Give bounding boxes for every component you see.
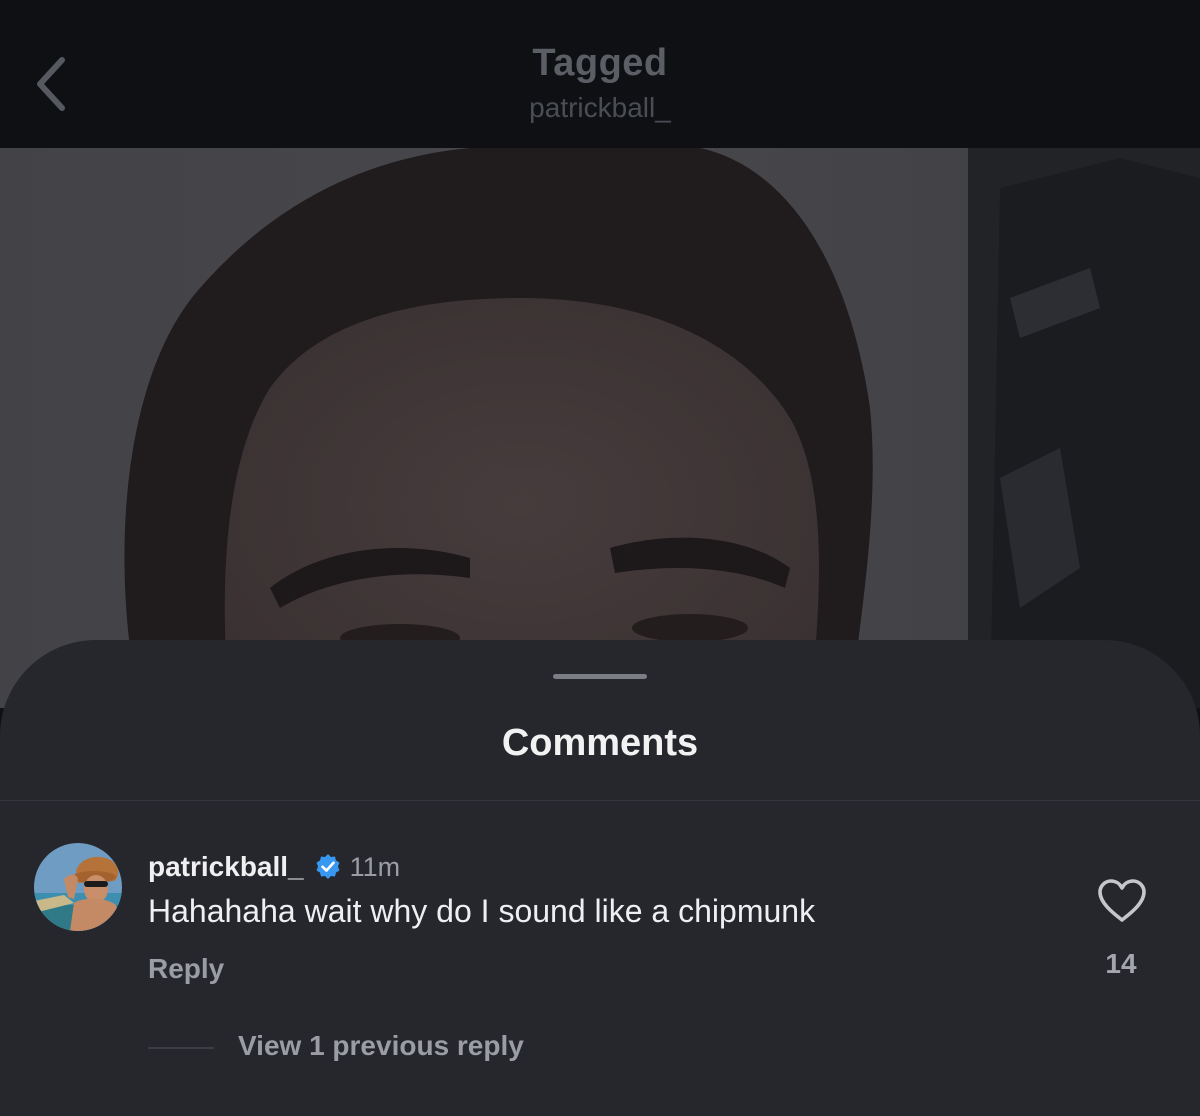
replies-connector-line	[148, 1047, 214, 1049]
heart-outline-icon	[1098, 879, 1146, 922]
avatar-image	[34, 843, 122, 931]
comments-sheet: Comments patrickball_ 11m Hahahaha wait …	[0, 640, 1200, 1116]
app-screen: Tagged patrickball_ Comments patrickball…	[0, 0, 1200, 1116]
view-previous-replies-button[interactable]: View 1 previous reply	[238, 1030, 524, 1062]
video-player[interactable]	[0, 148, 1200, 708]
comment-text: Hahahaha wait why do I sound like a chip…	[148, 893, 816, 929]
reply-button[interactable]: Reply	[148, 953, 224, 985]
comment-timestamp: 11m	[349, 851, 401, 882]
page-subtitle-username[interactable]: patrickball_	[0, 92, 1200, 124]
comment-item: patrickball_ 11m Hahahaha wait why do I …	[0, 801, 1200, 1116]
like-count: 14	[1105, 948, 1137, 979]
top-navigation-bar: Tagged patrickball_	[0, 0, 1200, 148]
comments-title: Comments	[501, 722, 699, 764]
comment-header: patrickball_ 11m	[148, 847, 400, 887]
video-frame	[0, 148, 1200, 708]
page-title: Tagged	[532, 42, 668, 84]
comment-username[interactable]: patrickball_	[148, 851, 304, 883]
sheet-drag-handle[interactable]	[553, 674, 647, 679]
like-button[interactable]	[1096, 878, 1148, 924]
avatar[interactable]	[34, 843, 122, 931]
verified-badge-icon	[316, 854, 340, 879]
